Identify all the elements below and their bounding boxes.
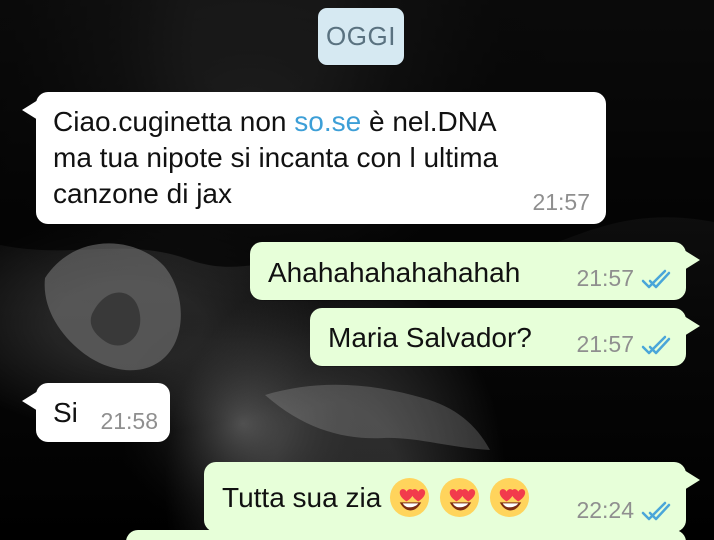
outgoing-message-bubble[interactable]: Ahahahahahahahah 21:57 <box>250 242 700 300</box>
heart-eyes-emoji-icon <box>488 476 531 519</box>
message-text-line: ma tua nipote si incanta con l ultima <box>53 142 499 173</box>
read-double-check-icon <box>640 500 671 522</box>
message-text-line: canzone di jax <box>53 178 233 209</box>
message-text-part: Ciao.cuginetta non <box>53 106 295 137</box>
message-meta: 21:57 <box>576 265 671 291</box>
message-meta: 21:57 <box>576 331 671 357</box>
chat-screen: OGGI Ciao.cuginetta non so.se è nel.DNA … <box>0 0 714 540</box>
read-double-check-icon <box>640 334 671 356</box>
incoming-message-bubble[interactable]: Si 21:58 <box>22 383 170 442</box>
message-time: 21:57 <box>576 265 634 291</box>
message-time: 21:57 <box>576 331 634 357</box>
message-text: Tutta sua zia <box>222 481 382 513</box>
outgoing-message-bubble[interactable]: Maria Salvador? 21:57 <box>310 308 700 366</box>
message-meta: 21:58 <box>100 410 158 433</box>
message-time: 22:24 <box>576 497 634 523</box>
read-double-check-icon <box>640 268 671 290</box>
message-text-part: è nel.DNA <box>361 106 497 137</box>
date-chip: OGGI <box>318 8 404 65</box>
partial-outgoing-message-bubble[interactable] <box>126 530 686 540</box>
incoming-message-bubble[interactable]: Ciao.cuginetta non so.se è nel.DNA ma tu… <box>22 92 606 224</box>
outgoing-message-bubble[interactable]: Tutta sua zia 22:24 <box>204 462 700 532</box>
message-meta: 21:57 <box>532 191 590 214</box>
message-time: 21:57 <box>532 189 590 215</box>
message-time: 21:58 <box>100 408 158 434</box>
message-meta: 22:24 <box>576 497 671 523</box>
heart-eyes-emoji-icon <box>438 476 481 519</box>
message-text: Ciao.cuginetta non so.se è nel.DNA ma tu… <box>53 104 588 212</box>
message-link[interactable]: so.se <box>294 106 361 137</box>
heart-eyes-emoji-icon <box>388 476 431 519</box>
